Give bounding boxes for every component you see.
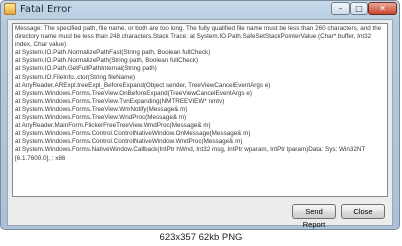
fatal-error-window: Fatal Error – □ ✕ Message: The specified… <box>0 0 400 230</box>
error-message-textbox[interactable]: Message: The specified path, file name, … <box>12 23 388 197</box>
message-line: at System.Windows.Forms.TreeView.WndProc… <box>15 114 187 122</box>
message-line: at System.IO.FileInfo..ctor(String fileN… <box>15 73 136 81</box>
minimize-button[interactable]: – <box>331 2 350 15</box>
window-title: Fatal Error <box>20 4 72 15</box>
message-line: at System.Windows.Forms.Control.ControlN… <box>15 138 243 146</box>
app-icon <box>4 3 16 15</box>
message-line: at AnyReader.MainForm.FlickerFreeTreeVie… <box>15 122 211 130</box>
message-line: at System.Windows.Forms.Control.ControlN… <box>15 130 251 138</box>
title-bar[interactable]: Fatal Error – □ ✕ <box>1 1 399 18</box>
message-line: Message: The specified path, file name, … <box>15 25 382 49</box>
message-line: at System.Windows.Forms.TreeView.WmNotif… <box>15 105 188 113</box>
maximize-button[interactable]: □ <box>350 2 368 15</box>
message-line: at System.IO.Path.NormalizePath(String p… <box>15 57 199 65</box>
message-line: at System.Windows.Forms.TreeView.TvnExpa… <box>15 97 225 105</box>
message-line: at System.Windows.Forms.NativeWindow.Cal… <box>15 146 366 162</box>
message-line: at System.Windows.Forms.TreeView.OnBefor… <box>15 89 252 97</box>
dialog-client-area: Message: The specified path, file name, … <box>7 19 393 229</box>
message-line: at System.IO.Path.GetFullPathInternal(St… <box>15 65 157 73</box>
image-caption: 623x357 62kb PNG <box>159 232 243 243</box>
message-line: at System.IO.Path.NormalizePathFast(Stri… <box>15 49 211 57</box>
window-close-button[interactable]: ✕ <box>368 2 397 15</box>
send-report-button[interactable]: Send Report <box>292 204 336 229</box>
close-button[interactable]: Close <box>341 204 385 219</box>
message-line: at AnyReader.ARExpl.treeExpl_BeforeExpan… <box>15 81 271 89</box>
